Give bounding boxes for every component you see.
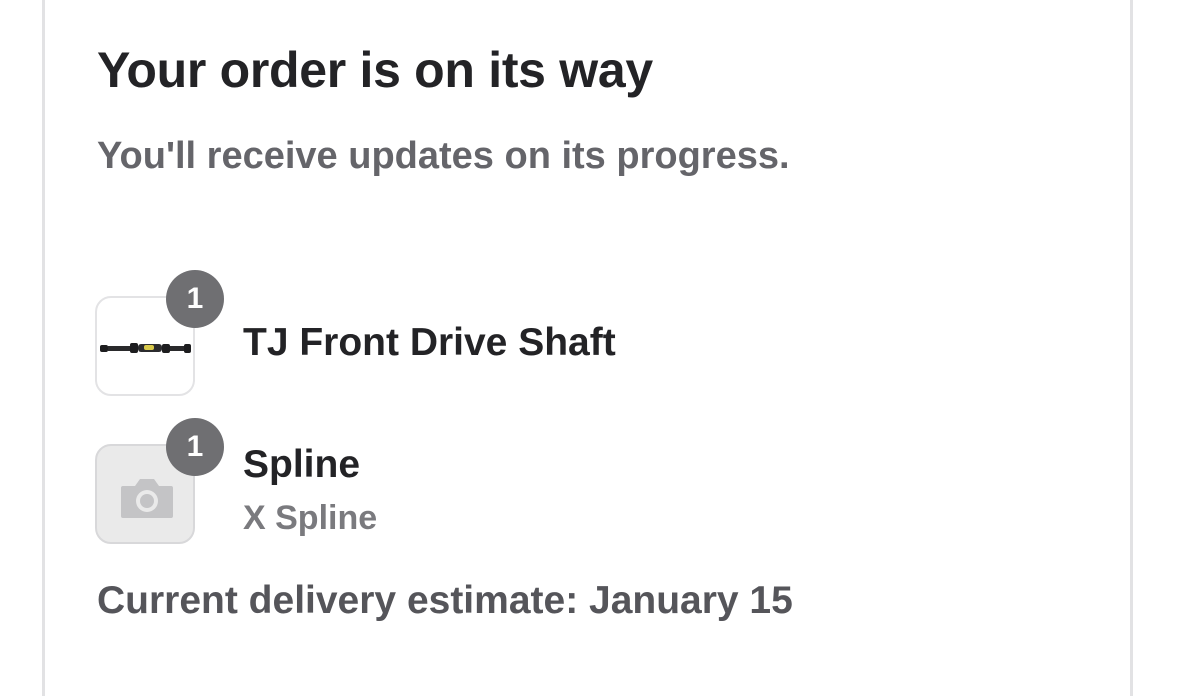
delivery-estimate: Current delivery estimate: January 15 <box>97 579 793 622</box>
product-name: Spline <box>243 443 361 486</box>
order-status-card: Your order is on its way You'll receive … <box>42 0 1133 696</box>
line-item: 1 TJ Front Drive Shaft <box>95 270 995 396</box>
quantity-badge: 1 <box>166 418 224 476</box>
camera-placeholder-icon <box>121 479 173 518</box>
product-name: TJ Front Drive Shaft <box>243 321 616 364</box>
quantity-badge: 1 <box>166 270 224 328</box>
product-variant: X Spline <box>243 499 378 537</box>
line-item: 1 Spline X Spline <box>95 418 995 544</box>
order-status-subtitle: You'll receive updates on its progress. <box>97 135 790 177</box>
drive-shaft-product-image <box>100 343 191 353</box>
order-status-title: Your order is on its way <box>97 42 653 98</box>
